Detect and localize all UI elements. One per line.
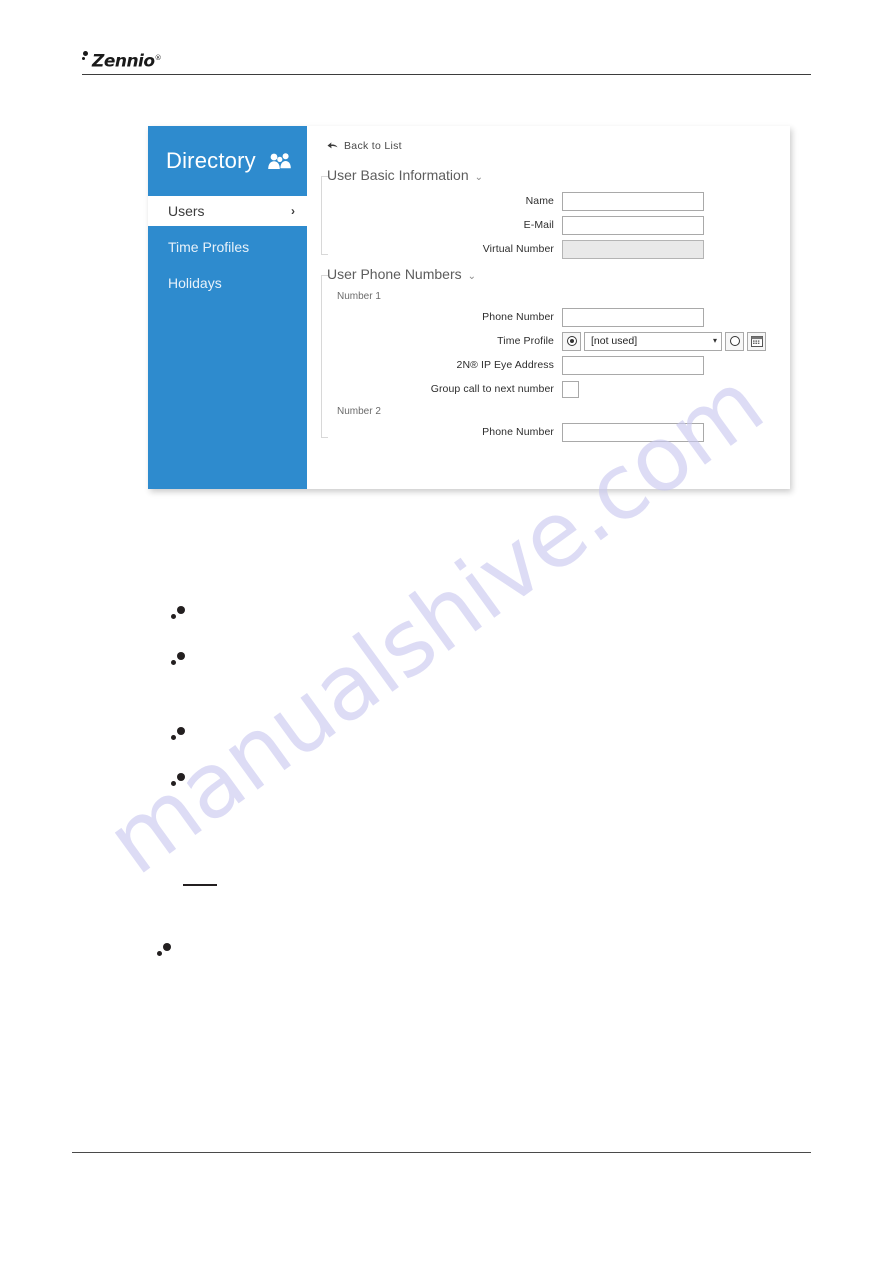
bullet-dot-large-icon — [177, 727, 185, 735]
sidebar-item-time-profiles[interactable]: Time Profiles — [148, 232, 307, 262]
logo-dot-small-icon — [82, 57, 85, 60]
back-to-list-link[interactable]: Back to List — [307, 138, 790, 154]
back-to-list-label: Back to List — [344, 139, 402, 152]
zennio-logo: Zennio® — [82, 48, 162, 72]
sidebar-item-users[interactable]: Users › — [148, 196, 307, 226]
list-item-bullet — [171, 727, 187, 741]
field-row-phone-number-1: Phone Number — [327, 307, 790, 327]
section-bracket — [321, 176, 328, 255]
time-profile-label: Time Profile — [497, 335, 554, 347]
section-title-label: User Basic Information — [327, 167, 469, 183]
list-item-bullet — [171, 652, 187, 666]
section-user-basic-information: User Basic Information ⌄ Name E-Mail Vir… — [307, 166, 790, 259]
section-header[interactable]: User Phone Numbers ⌄ — [327, 265, 790, 283]
bullet-dot-large-icon — [177, 606, 185, 614]
bullet-dot-small-icon — [171, 614, 176, 619]
radio-unselected-icon — [729, 336, 740, 346]
page-title: Directory — [166, 148, 256, 173]
chevron-down-icon: ⌄ — [467, 271, 477, 282]
bullet-dot-large-icon — [177, 773, 185, 781]
directory-content: Back to List User Basic Information ⌄ Na… — [307, 126, 790, 489]
screenshot-panel: Directory Users › Time Profiles Holidays — [148, 126, 790, 489]
brand-trademark: ® — [154, 54, 162, 62]
directory-sidebar: Directory Users › Time Profiles Holidays — [148, 126, 307, 489]
phone-number-field[interactable] — [562, 422, 704, 442]
bullet-dot-small-icon — [171, 781, 176, 786]
bullet-dot-large-icon — [163, 943, 171, 951]
sidebar-item-label: Users — [168, 203, 205, 219]
field-row-email: E-Mail — [327, 215, 790, 235]
sidebar-item-holidays[interactable]: Holidays — [148, 268, 307, 298]
list-item-bullet — [171, 606, 187, 620]
sidebar-item-label: Time Profiles — [168, 239, 250, 255]
field-row-group-call-1: Group call to next number — [327, 379, 790, 399]
field-row-virtual-number: Virtual Number — [327, 239, 790, 259]
section-header[interactable]: User Basic Information ⌄ — [327, 166, 790, 184]
ip-eye-address-label: 2N® IP Eye Address — [456, 359, 554, 371]
field-row-name: Name — [327, 191, 790, 211]
time-profile-dropdown[interactable]: [not used] ▾ — [584, 331, 722, 351]
sidebar-item-label: Holidays — [168, 275, 222, 291]
header-divider — [82, 74, 811, 75]
time-profile-controls: [not used] ▾ — [562, 331, 766, 351]
list-item-bullet — [171, 773, 187, 787]
chevron-down-icon: ▾ — [712, 336, 717, 345]
section-user-phone-numbers: User Phone Numbers ⌄ Number 1 Phone Numb… — [307, 265, 790, 442]
phone-number-label: Phone Number — [482, 426, 554, 438]
bullet-dot-large-icon — [177, 652, 185, 660]
name-field[interactable] — [562, 191, 704, 211]
directory-header: Directory — [148, 126, 307, 196]
chevron-right-icon: › — [291, 204, 295, 218]
virtual-number-label: Virtual Number — [482, 243, 554, 255]
group-label-number-2: Number 2 — [337, 406, 381, 417]
list-item-bullet — [157, 943, 173, 957]
virtual-number-field — [562, 239, 704, 259]
group-call-checkbox[interactable] — [562, 380, 579, 398]
ip-eye-address-field[interactable] — [562, 355, 704, 375]
logo-dot-large-icon — [83, 51, 88, 56]
footer-divider — [72, 1152, 811, 1153]
calendar-icon — [750, 336, 763, 347]
field-row-time-profile-1: Time Profile [not used] ▾ — [327, 331, 790, 351]
bullet-dot-small-icon — [157, 951, 162, 956]
email-field[interactable] — [562, 215, 704, 235]
time-profile-selected-value: [not used] — [591, 335, 638, 347]
email-label: E-Mail — [523, 219, 554, 231]
brand-name: Zennio — [92, 51, 155, 72]
field-row-phone-number-2: Phone Number — [327, 422, 790, 442]
radio-selected-icon — [566, 336, 577, 346]
field-row-ip-eye-address-1: 2N® IP Eye Address — [327, 355, 790, 375]
chevron-down-icon: ⌄ — [474, 172, 483, 183]
time-profile-calendar-button[interactable] — [747, 331, 766, 351]
section-bracket — [321, 275, 328, 438]
phone-number-label: Phone Number — [482, 311, 554, 323]
page-header: Zennio® — [82, 48, 811, 72]
group-call-label: Group call to next number — [430, 383, 554, 395]
bullet-dot-small-icon — [171, 660, 176, 665]
section-title-label: User Phone Numbers — [327, 266, 462, 282]
time-profile-manual-radio[interactable] — [725, 331, 744, 351]
people-group-icon — [268, 153, 291, 169]
inline-divider — [183, 884, 217, 886]
bullet-dot-small-icon — [171, 735, 176, 740]
group-label-number-1: Number 1 — [337, 291, 381, 302]
name-label: Name — [525, 195, 554, 207]
time-profile-select-radio[interactable] — [562, 331, 581, 351]
back-arrow-icon — [327, 142, 338, 149]
phone-number-field[interactable] — [562, 307, 704, 327]
